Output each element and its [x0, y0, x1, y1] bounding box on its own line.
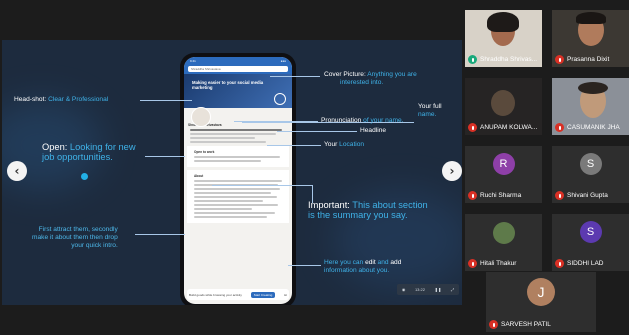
- mic-muted-icon: [468, 123, 477, 132]
- participant-video: [491, 90, 515, 116]
- participant-name: SARVESH PATIL: [501, 321, 551, 328]
- participant-tile[interactable]: R Ruchi Sharma: [465, 146, 542, 203]
- participant-tile[interactable]: S SIDDHI LAD: [552, 214, 629, 271]
- phone-status-bar: 9:41 ●●●: [184, 57, 292, 65]
- participant-tile[interactable]: CASUMANIK JHA: [552, 78, 629, 135]
- location-annotation: Your Location: [324, 141, 365, 148]
- mic-muted-icon: [468, 259, 477, 268]
- participant-avatar: J: [527, 278, 555, 306]
- presentation-controls[interactable]: ◉ 13:22 ❚❚ ⤢: [397, 284, 459, 295]
- fullscreen-icon[interactable]: ⤢: [451, 287, 454, 292]
- about-tip-annotation: First attract them, secondly make it abo…: [32, 226, 118, 249]
- pointer-dot: [81, 173, 88, 180]
- profile-headshot: [191, 107, 211, 127]
- phone-search-bar: Shraddha Shrivastava: [184, 65, 292, 74]
- participant-avatar: R: [492, 153, 515, 175]
- next-slide-button[interactable]: ›: [442, 161, 462, 181]
- headline-annotation: Headline: [360, 127, 387, 134]
- participant-tile[interactable]: J SARVESH PATIL: [486, 272, 596, 332]
- about-section-card: About: [187, 170, 289, 223]
- open-to-work-card: Open to work: [187, 146, 289, 167]
- mic-muted-icon: [555, 191, 564, 200]
- cover-picture: Making easier to your social media marke…: [184, 74, 292, 108]
- cover-text-line-2: marketing: [192, 85, 213, 90]
- previous-slide-button[interactable]: ‹: [7, 161, 27, 181]
- full-name-annotation: Your full name.: [418, 103, 442, 118]
- participant-avatar: S: [579, 221, 602, 243]
- participant-tile[interactable]: Prasanna Dixit: [552, 10, 629, 67]
- participant-tile[interactable]: S Shivani Gupta: [552, 146, 629, 203]
- participant-name: Prasanna Dixit: [567, 56, 610, 63]
- linkedin-profile-screen: 9:41 ●●● Shraddha Shrivastava Making easi…: [184, 57, 292, 304]
- participant-name: CASUMANIK JHA: [567, 124, 620, 131]
- pause-icon[interactable]: ❚❚: [435, 287, 442, 292]
- participant-tile[interactable]: ANUPAM KOLWA...: [465, 78, 542, 135]
- participant-name: ANUPAM KOLWA...: [480, 124, 538, 131]
- phone-mockup: 9:41 ●●● Shraddha Shrivastava Making easi…: [180, 53, 296, 305]
- mic-muted-icon: [555, 123, 564, 132]
- participant-name: Hitali Thakur: [480, 260, 517, 267]
- participant-name: Shivani Gupta: [567, 192, 608, 199]
- mic-muted-icon: [555, 259, 564, 268]
- mic-on-icon: [468, 55, 477, 64]
- participant-name: Shraddha Shrivas...: [480, 56, 538, 63]
- record-icon[interactable]: ◉: [402, 287, 406, 292]
- participant-tile[interactable]: Hitali Thakur: [465, 214, 542, 271]
- cover-picture-annotation: Cover Picture: Anything you are interest…: [324, 71, 417, 86]
- pronunciation-annotation: Pronunciation of your name.: [321, 117, 404, 124]
- shared-presentation: 9:41 ●●● Shraddha Shrivastava Making easi…: [2, 40, 462, 305]
- meeting-window: 9:41 ●●● Shraddha Shrivastava Making easi…: [0, 0, 629, 335]
- mic-muted-icon: [468, 191, 477, 200]
- mic-muted-icon: [489, 320, 498, 329]
- open-to-work-title: Open to work: [194, 150, 215, 154]
- phone-bottom-prompt: Build goods while browsing your activity…: [187, 289, 289, 300]
- participant-name: SIDDHI LAD: [567, 260, 604, 267]
- about-title: About: [194, 174, 204, 178]
- participant-avatar: S: [579, 153, 602, 175]
- cover-logo-icon: [274, 93, 286, 105]
- participant-tile[interactable]: Shraddha Shrivas...: [465, 10, 542, 67]
- open-to-work-annotation: Open: Looking for new job opportunities.: [42, 142, 136, 162]
- participant-avatar: [493, 222, 515, 244]
- about-section-annotation: Important: This about section is the sum…: [308, 200, 428, 220]
- participant-name: Ruchi Sharma: [480, 192, 522, 199]
- mic-muted-icon: [555, 55, 564, 64]
- edit-info-annotation: Here you can edit and add information ab…: [324, 259, 402, 274]
- start-creating-button: Start Creating: [250, 291, 276, 298]
- presentation-timer: 13:22: [414, 287, 425, 292]
- headshot-annotation: Head-shot: Clear & Professional: [14, 96, 109, 103]
